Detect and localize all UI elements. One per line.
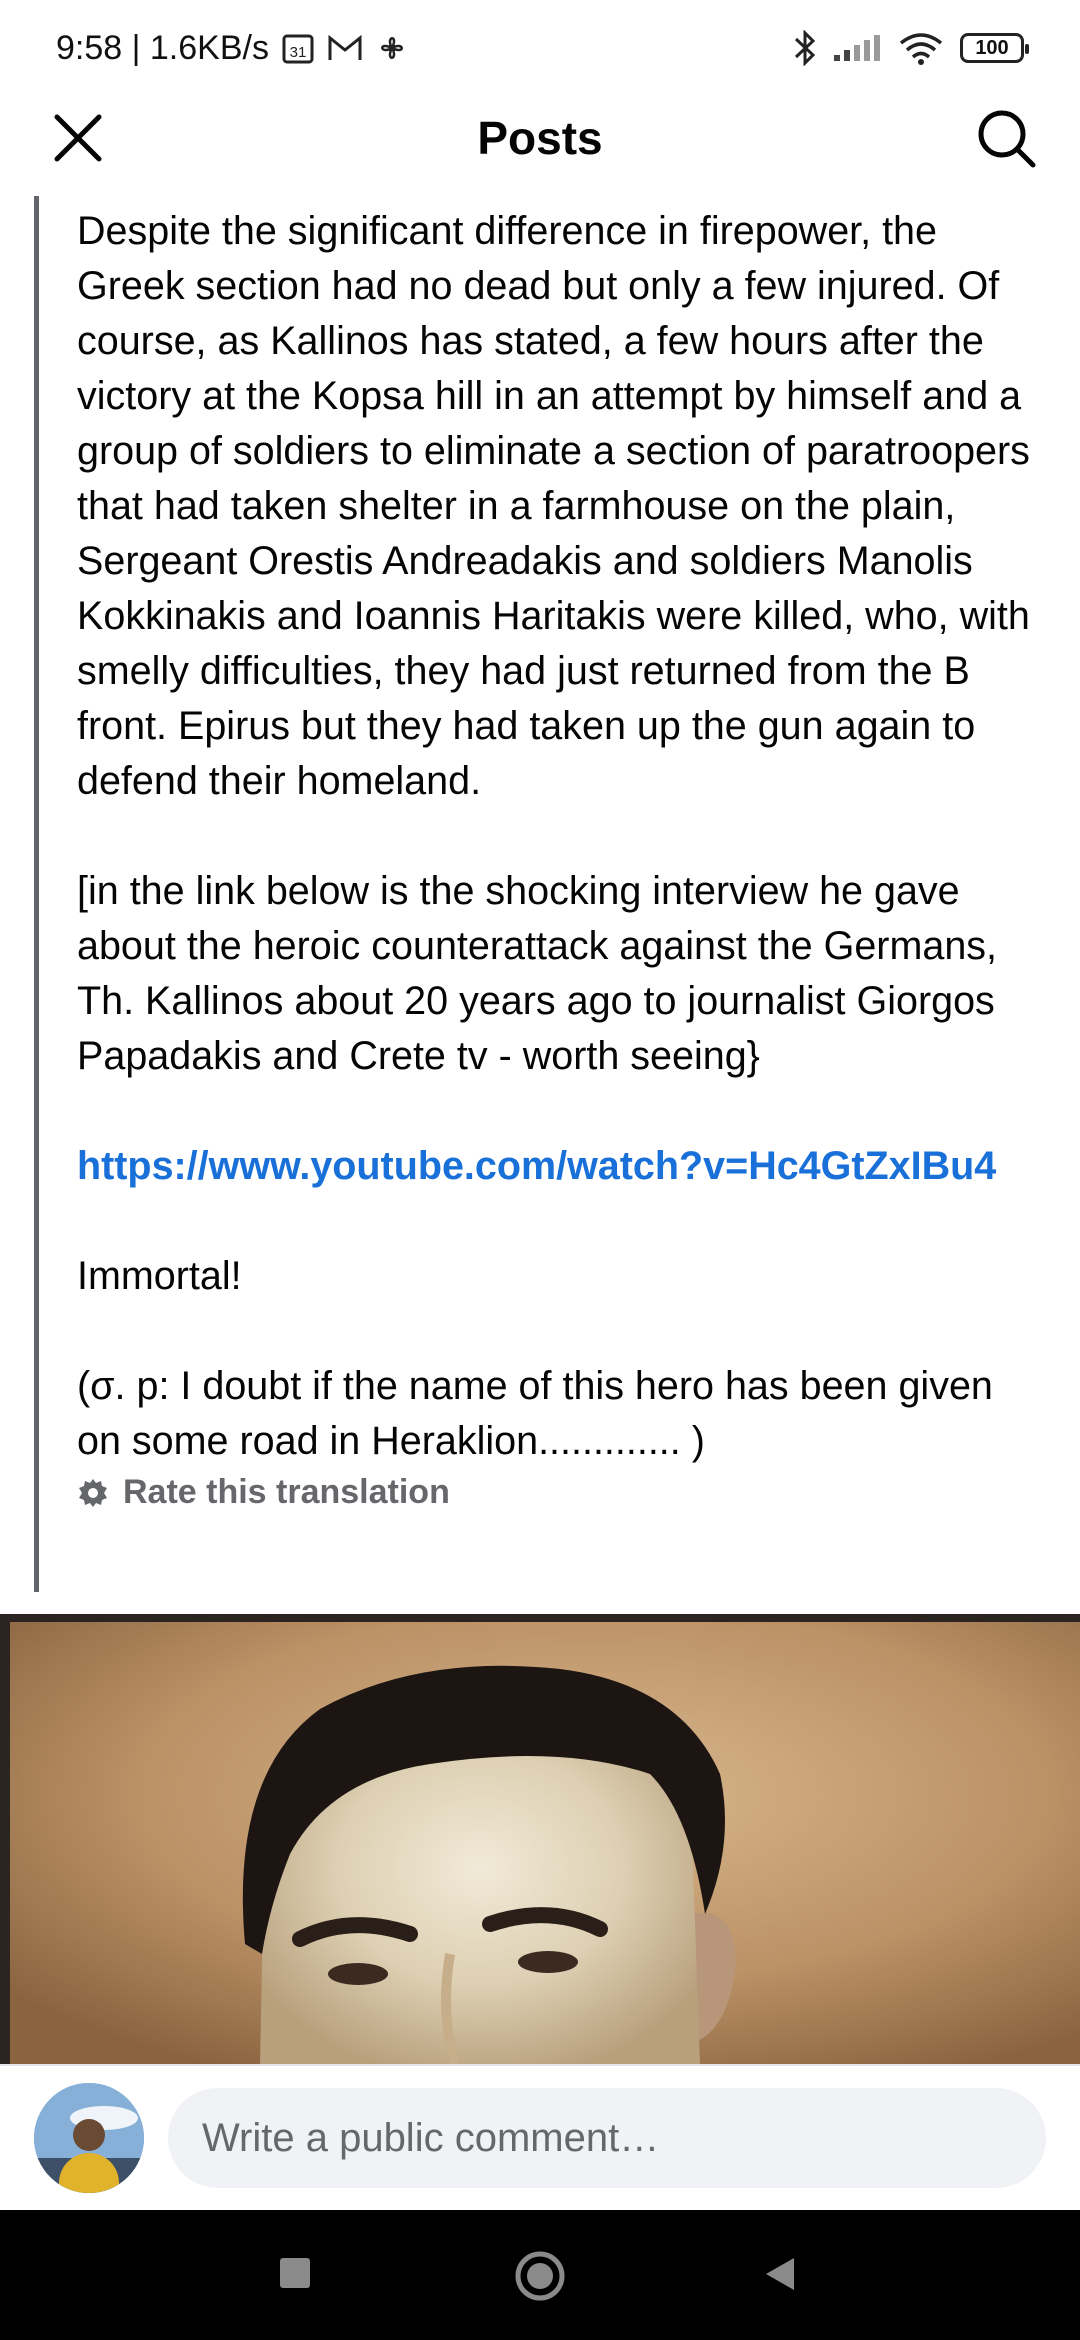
gmail-icon <box>327 33 363 63</box>
bluetooth-icon <box>794 30 816 66</box>
battery-indicator: 100 <box>960 33 1029 63</box>
post-photo[interactable] <box>0 1614 1080 2064</box>
status-bar: 9:58 | 1.6KB/s 31 100 <box>0 0 1080 96</box>
search-icon <box>978 110 1036 168</box>
signal-icon <box>832 33 882 63</box>
pinwheel-icon <box>375 31 409 65</box>
rate-translation-button[interactable]: Rate this translation <box>77 1473 1044 1512</box>
circle-icon <box>515 2251 565 2301</box>
status-time: 9:58 | 1.6KB/s <box>56 28 269 67</box>
portrait-image <box>0 1614 1080 2064</box>
user-avatar-image <box>34 2083 144 2193</box>
status-left: 9:58 | 1.6KB/s 31 <box>56 29 409 68</box>
post-paragraph-3: Immortal! <box>77 1254 242 1298</box>
avatar[interactable] <box>34 2083 144 2193</box>
system-nav-bar <box>0 2210 1080 2340</box>
comment-placeholder: Write a public comment… <box>202 2115 660 2160</box>
gear-icon <box>79 1478 107 1507</box>
triangle-back-icon <box>766 2258 794 2290</box>
back-button[interactable] <box>762 2256 798 2292</box>
status-right: 100 <box>794 30 1029 66</box>
search-button[interactable] <box>972 104 1040 172</box>
app-header: Posts <box>0 96 1080 180</box>
wifi-icon <box>898 31 944 65</box>
calendar-badge: 31 <box>290 44 307 61</box>
square-icon <box>280 2258 310 2288</box>
post-text: Despite the significant difference in fi… <box>77 204 1044 1469</box>
comment-bar: Write a public comment… <box>0 2064 1080 2210</box>
rate-translation-label: Rate this translation <box>123 1473 450 1511</box>
calendar-icon: 31 <box>281 31 315 65</box>
home-button[interactable] <box>514 2250 566 2302</box>
battery-level: 100 <box>975 36 1009 59</box>
youtube-link[interactable]: https://www.youtube.com/watch?v=Hc4GtZxI… <box>77 1144 996 1188</box>
page-title: Posts <box>477 112 603 164</box>
post-paragraph-4: (σ. p: I doubt if the name of this hero … <box>77 1364 993 1463</box>
post-paragraph-2: [in the link below is the shocking inter… <box>77 869 998 1078</box>
close-icon <box>54 114 102 162</box>
post-translation-block: Despite the significant difference in fi… <box>34 196 1044 1592</box>
recents-button[interactable] <box>278 2256 312 2290</box>
comment-input[interactable]: Write a public comment… <box>168 2088 1046 2188</box>
close-button[interactable] <box>46 106 110 170</box>
post-paragraph-1: Despite the significant difference in fi… <box>77 209 1030 803</box>
